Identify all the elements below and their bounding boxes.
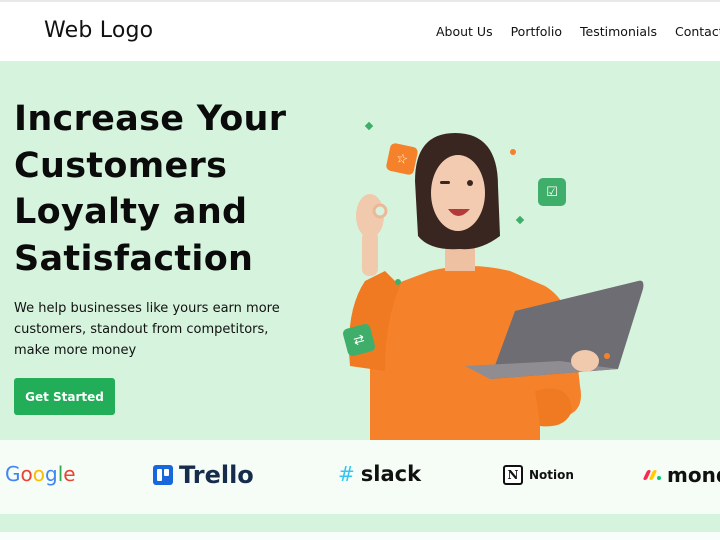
headline-line: Customers [14, 145, 228, 186]
face [431, 155, 485, 231]
headline-line: Loyalty and [14, 192, 248, 232]
hero-illustration: ☆ ☑ ⇄ [340, 111, 660, 440]
eye [467, 180, 473, 186]
main-nav: About Us Portfolio Testimonials Contact [436, 24, 720, 39]
logo-google: Google [5, 462, 76, 486]
get-started-button[interactable]: Get Started [14, 378, 115, 415]
nav-portfolio[interactable]: Portfolio [511, 24, 562, 39]
holding-hand [571, 350, 599, 372]
client-logos-strip: Google Trello # slack N Notion monday [0, 440, 720, 514]
hero-section: Increase Your Customers Loyalty and Sati… [0, 61, 720, 440]
star-badge-icon: ☆ [385, 142, 419, 176]
subtext-line: make more money [14, 343, 137, 358]
site-header: Web Logo About Us Portfolio Testimonials… [0, 2, 720, 61]
page-bottom [0, 532, 720, 540]
hero-headline: Increase Your Customers Loyalty and Sati… [14, 96, 286, 282]
nav-contact[interactable]: Contact [675, 24, 720, 39]
nav-about-us[interactable]: About Us [436, 24, 493, 39]
headline-line: Satisfaction [14, 238, 254, 279]
google-wordmark: Google [5, 462, 76, 486]
winking-eye [440, 181, 450, 184]
hero-subtext: We help businesses like yours earn more … [14, 298, 314, 361]
wrist [362, 231, 378, 276]
trello-board-icon [153, 465, 173, 485]
logo-monday: monday [642, 463, 720, 487]
logo-notion: N Notion [503, 465, 574, 485]
notion-wordmark: Notion [529, 468, 574, 482]
nav-testimonials[interactable]: Testimonials [580, 24, 657, 39]
monday-wordmark: monday [667, 463, 720, 487]
slack-wordmark: slack [360, 462, 422, 486]
trello-wordmark: Trello [179, 461, 254, 489]
subtext-line: customers, standout from competitors, [14, 322, 269, 337]
logo-trello: Trello [153, 461, 254, 489]
slack-hash-icon: # [338, 462, 355, 486]
web-logo[interactable]: Web Logo [44, 18, 153, 43]
check-badge-icon: ☑ [538, 178, 566, 206]
subtext-line: We help businesses like yours earn more [14, 301, 280, 316]
ok-gesture [372, 203, 388, 219]
notion-n-icon: N [503, 465, 523, 485]
monday-dots-icon [642, 470, 661, 480]
logo-slack: # slack [338, 462, 421, 486]
headline-line: Increase Your [14, 99, 287, 139]
section-divider [0, 514, 720, 532]
